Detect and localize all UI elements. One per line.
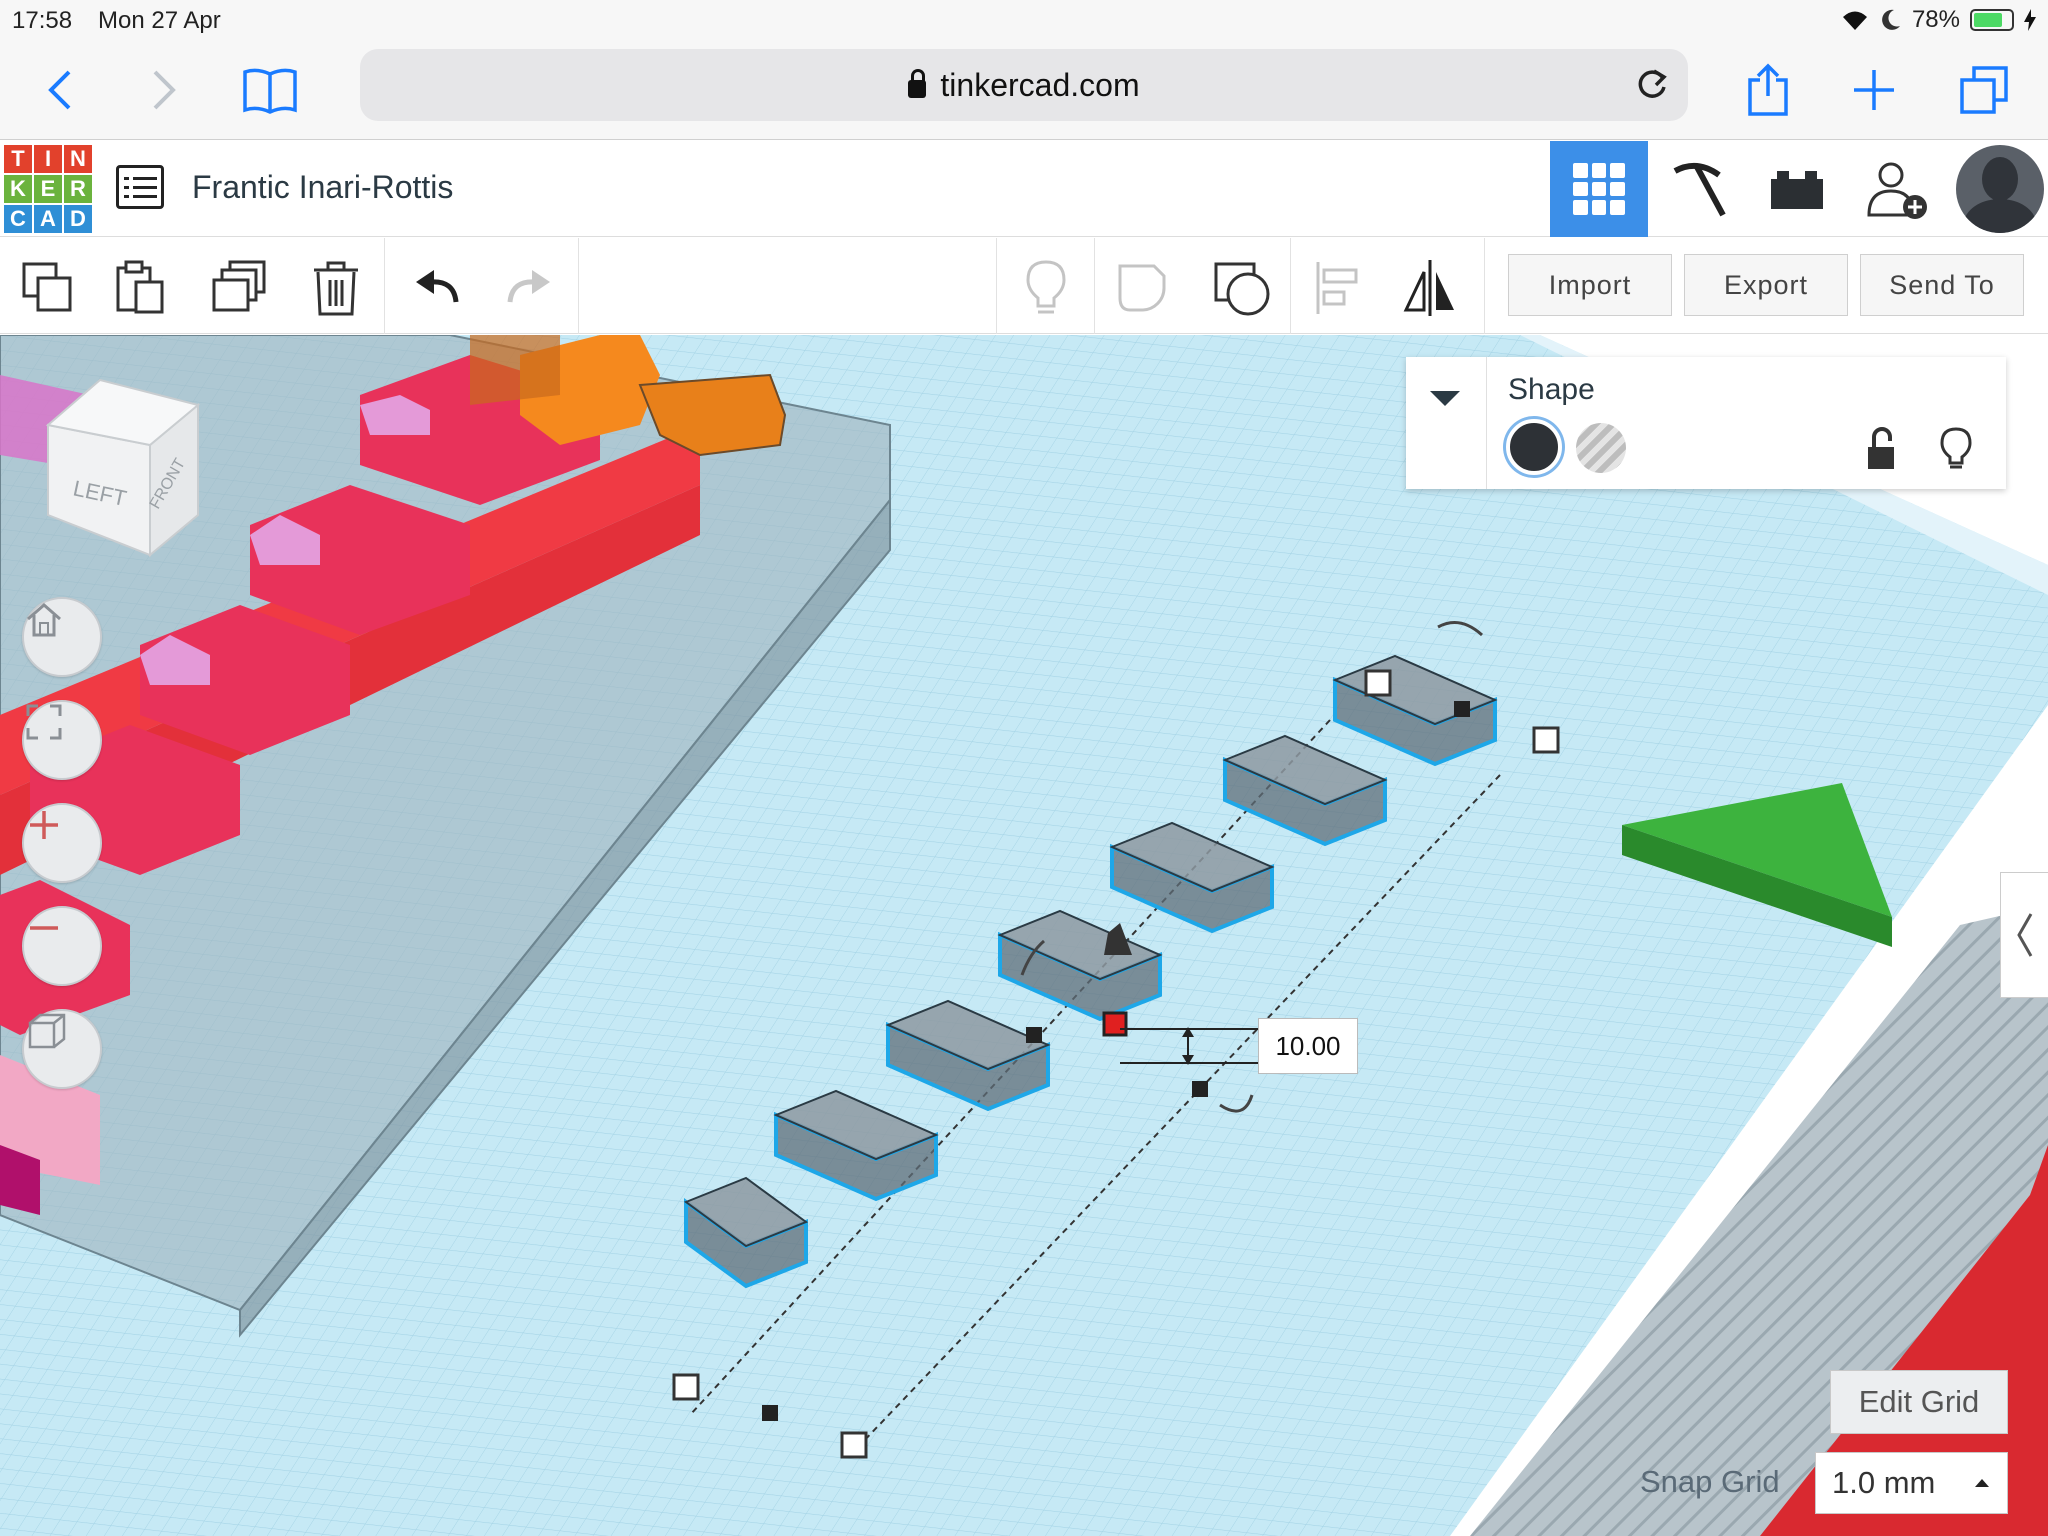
logo-letter: R [64,175,92,203]
undo-icon[interactable] [406,258,466,318]
status-time: 17:58 [12,7,73,34]
status-right: 78% [1840,6,2036,34]
edge-handle[interactable] [1026,1027,1042,1043]
dimension-input[interactable]: 10.00 [1258,1018,1358,1074]
design-menu-button[interactable] [116,165,164,209]
bookmarks-icon[interactable] [238,58,302,122]
invite-user-button[interactable] [1848,141,1946,237]
minus-icon [30,926,58,930]
wifi-icon [1842,11,1867,30]
resize-handle[interactable] [1364,669,1392,697]
do-not-disturb-icon [1882,9,1900,30]
new-tab-icon[interactable] [1842,58,1906,122]
edge-handle[interactable] [1454,701,1470,717]
design-title[interactable]: Frantic Inari-Rottis [192,169,453,206]
workplane-svg[interactable]: LEFT FRONT [0,335,2048,1536]
resize-handle[interactable] [672,1373,700,1401]
tinkercad-logo[interactable]: TIN KER CAD [4,145,92,233]
battery-icon [1970,9,2014,31]
logo-letter: A [34,205,62,233]
back-icon[interactable] [28,58,92,122]
plus-icon [30,811,58,839]
fit-icon [26,704,62,740]
edit-toolbar: Import Export Send To [0,238,2048,334]
shape-inspector: Shape [1406,357,2006,489]
tabs-icon[interactable] [1952,58,2016,122]
3d-design-view-button[interactable] [1550,141,1648,237]
battery-fill [1974,13,2003,27]
inspector-title: Shape [1508,373,1595,406]
copy-icon[interactable] [18,258,78,318]
battery-percent: 78% [1911,6,1960,33]
solid-color-swatch[interactable] [1506,419,1562,475]
reload-icon[interactable] [1634,65,1670,110]
home-icon [27,603,61,637]
expand-panel-tab[interactable] [2000,872,2048,998]
export-button[interactable]: Export [1684,254,1848,316]
orange-block-left[interactable] [470,335,560,405]
height-handle[interactable] [1102,1011,1128,1037]
ungroup-icon[interactable] [1212,258,1272,318]
delete-icon[interactable] [306,258,366,318]
app-header: TIN KER CAD Frantic Inari-Rottis [0,141,2048,237]
group-icon[interactable] [1114,258,1174,318]
status-date: Mon 27 Apr [98,7,221,34]
fit-view-button[interactable] [22,700,102,780]
brick-icon [1771,171,1823,209]
edit-grid-button[interactable]: Edit Grid [1830,1370,2008,1434]
logo-letter: E [34,175,62,203]
hole-swatch[interactable] [1576,423,1626,473]
redo-icon[interactable] [500,258,560,318]
resize-handle[interactable] [1532,726,1560,754]
logo-letter: I [34,145,62,173]
unlock-icon[interactable] [1862,427,1902,471]
paste-icon[interactable] [110,258,170,318]
workplane-canvas[interactable]: LEFT FRONT 10.00 [0,335,2048,1536]
address-bar[interactable]: tinkercad.com [360,49,1688,121]
zoom-in-button[interactable] [22,803,102,883]
grid-icon [1573,163,1625,215]
collapse-inspector-icon[interactable] [1430,391,1460,406]
duplicate-icon[interactable] [210,258,270,318]
user-avatar[interactable] [1956,145,2044,233]
zoom-out-button[interactable] [22,906,102,986]
browser-toolbar: tinkercad.com [0,40,2048,140]
send-to-button[interactable]: Send To [1860,254,2024,316]
mirror-icon[interactable] [1400,258,1460,318]
logo-letter: N [64,145,92,173]
notes-lightbulb-icon[interactable] [1016,258,1076,318]
ortho-view-button[interactable] [22,1009,102,1089]
logo-letter: C [4,205,32,233]
edge-handle[interactable] [1192,1081,1208,1097]
lightbulb-icon[interactable] [1936,427,1976,471]
logo-letter: D [64,205,92,233]
snap-grid-value: 1.0 mm [1832,1465,1936,1500]
tools-view-button[interactable] [1650,141,1748,237]
align-icon[interactable] [1310,258,1370,318]
add-user-icon [1867,162,1927,219]
snap-grid-label: Snap Grid [1640,1464,1780,1499]
charging-icon [2024,9,2036,31]
caret-up-icon [1975,1479,1989,1487]
forward-icon[interactable] [132,58,196,122]
status-bar: 17:58 Mon 27 Apr 78% [0,0,2048,40]
lock-icon [908,69,927,98]
edge-handle[interactable] [762,1405,778,1421]
logo-letter: K [4,175,32,203]
url-text: tinkercad.com [940,66,1140,103]
share-icon[interactable] [1736,58,1800,122]
chevron-left-icon [2016,913,2032,957]
resize-handle[interactable] [840,1431,868,1459]
import-button[interactable]: Import [1508,254,1672,316]
snap-grid-select[interactable]: 1.0 mm [1815,1452,2008,1514]
bricks-view-button[interactable] [1748,141,1846,237]
logo-letter: T [4,145,32,173]
home-view-button[interactable] [22,597,102,677]
pickaxe-icon [1673,162,1726,217]
ortho-cube-icon [28,1013,66,1049]
